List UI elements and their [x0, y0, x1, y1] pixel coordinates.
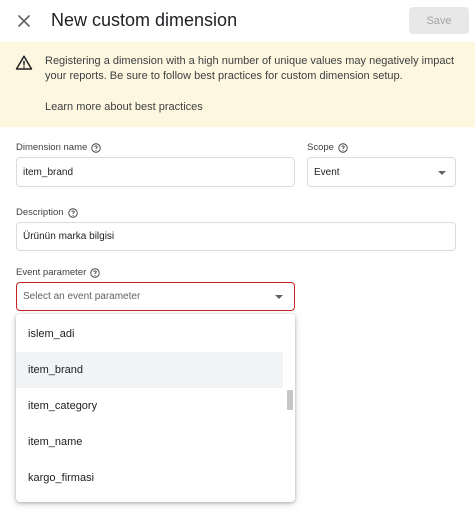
- description-field[interactable]: Ürünün marka bilgisi: [16, 222, 456, 251]
- chevron-down-icon: [438, 171, 446, 175]
- dimension-name-field[interactable]: item_brand: [16, 157, 295, 187]
- event-parameter-label-text: Event parameter: [16, 267, 87, 278]
- learn-more-link[interactable]: Learn more about best practices: [45, 101, 203, 113]
- scope-label-text: Scope: [307, 142, 334, 153]
- description-label: Description: [16, 207, 78, 218]
- close-icon: [18, 15, 30, 27]
- scope-select[interactable]: Event: [307, 157, 456, 187]
- dropdown-scrollbar[interactable]: [287, 390, 293, 410]
- option-label: kargo_firmasi: [28, 472, 95, 484]
- dropdown-option[interactable]: item_category: [16, 388, 283, 424]
- description-label-text: Description: [16, 207, 64, 218]
- page-title: New custom dimension: [51, 10, 238, 30]
- event-parameter-dropdown: islem_adi item_brand item_category item_…: [16, 314, 295, 502]
- help-circle-icon[interactable]: [67, 207, 78, 218]
- help-circle-icon[interactable]: [338, 142, 348, 153]
- option-label: item_name: [28, 436, 83, 448]
- help-circle-icon[interactable]: [91, 142, 101, 153]
- dropdown-option[interactable]: islem_adi: [16, 316, 283, 352]
- warning-banner: Registering a dimension with a high numb…: [0, 42, 475, 127]
- event-parameter-select[interactable]: Select an event parameter: [16, 282, 295, 311]
- option-label: item_category: [28, 400, 98, 412]
- event-parameter-placeholder: Select an event parameter: [23, 291, 141, 302]
- dimension-name-label-text: Dimension name: [16, 142, 88, 153]
- scope-value: Event: [314, 166, 340, 178]
- option-label: islem_adi: [28, 328, 75, 340]
- dialog-header: New custom dimension Save: [0, 0, 475, 42]
- dimension-name-label: Dimension name: [16, 142, 101, 153]
- close-button[interactable]: [12, 9, 36, 33]
- warning-message: Registering a dimension with a high numb…: [45, 55, 455, 82]
- warning-icon: [15, 55, 33, 70]
- option-label: item_brand: [28, 364, 84, 376]
- dimension-name-value: item_brand: [23, 166, 74, 178]
- chevron-down-icon: [275, 295, 283, 299]
- dropdown-option[interactable]: kargo_firmasi: [16, 460, 283, 496]
- dropdown-option[interactable]: item_brand: [16, 352, 283, 388]
- save-button[interactable]: Save: [409, 7, 469, 34]
- event-parameter-label: Event parameter: [16, 267, 100, 278]
- help-circle-icon[interactable]: [90, 267, 100, 278]
- dropdown-option[interactable]: item_name: [16, 424, 283, 460]
- description-value: Ürünün marka bilgisi: [23, 231, 115, 242]
- scope-label: Scope: [307, 142, 348, 153]
